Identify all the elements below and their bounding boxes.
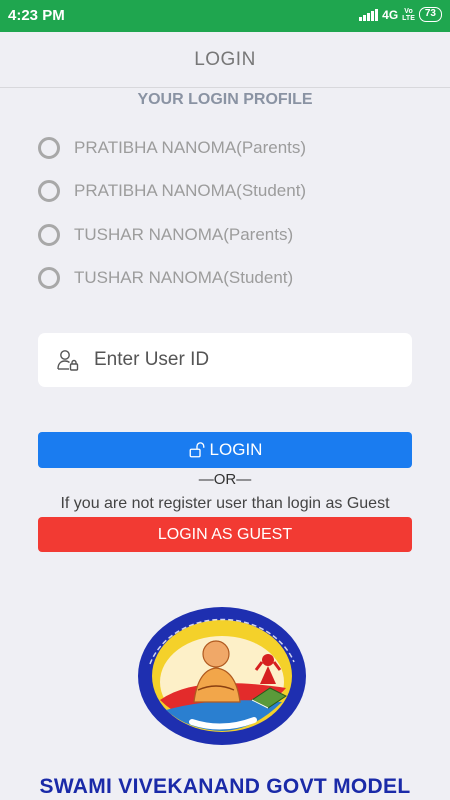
radio-button[interactable] [38, 223, 60, 246]
network-type: 4G [382, 7, 399, 22]
school-name: SWAMI VIVEKANAND GOVT MODEL [39, 775, 411, 798]
user-id-field-container[interactable] [38, 333, 412, 387]
radio-button[interactable] [38, 267, 60, 290]
guest-login-note: If you are not register user than login … [60, 495, 390, 512]
login-button[interactable]: LOGIN [38, 432, 412, 468]
guest-button-label: LOGIN AS GUEST [157, 525, 293, 543]
status-bar: 4:23 PM 4G Vo LTE 73 [0, 0, 450, 32]
profile-option[interactable]: TUSHAR NANOMA(Parents) [38, 213, 306, 257]
radio-button[interactable] [38, 180, 60, 203]
radio-button[interactable] [38, 136, 60, 159]
profile-option[interactable]: TUSHAR NANOMA(Student) [38, 257, 306, 301]
login-profile-heading: YOUR LOGIN PROFILE [137, 91, 313, 108]
or-divider: —OR— [198, 471, 252, 488]
profile-radio-group: PRATIBHA NANOMA(Parents) PRATIBHA NANOMA… [38, 126, 306, 300]
status-time: 4:23 PM [8, 7, 65, 24]
volte-indicator: Vo LTE [402, 7, 415, 22]
login-button-label: LOGIN [209, 440, 263, 459]
profile-option-label: TUSHAR NANOMA(Parents) [74, 224, 294, 244]
unlock-icon [189, 442, 204, 458]
app-bar: LOGIN [0, 32, 450, 88]
user-lock-icon [57, 350, 79, 371]
page-title: LOGIN [194, 49, 256, 70]
battery-icon: 73 [418, 7, 442, 22]
status-icons: 4G Vo LTE 73 [359, 7, 442, 22]
user-id-input[interactable] [94, 349, 374, 371]
signal-icon [359, 8, 379, 21]
profile-option-label: TUSHAR NANOMA(Student) [74, 268, 294, 288]
profile-option-label: PRATIBHA NANOMA(Student) [74, 181, 307, 201]
profile-option-label: PRATIBHA NANOMA(Parents) [74, 137, 307, 157]
school-logo [138, 607, 306, 745]
profile-option[interactable]: PRATIBHA NANOMA(Parents) [38, 126, 306, 170]
profile-option[interactable]: PRATIBHA NANOMA(Student) [38, 170, 306, 214]
login-as-guest-button[interactable]: LOGIN AS GUEST [38, 517, 412, 552]
